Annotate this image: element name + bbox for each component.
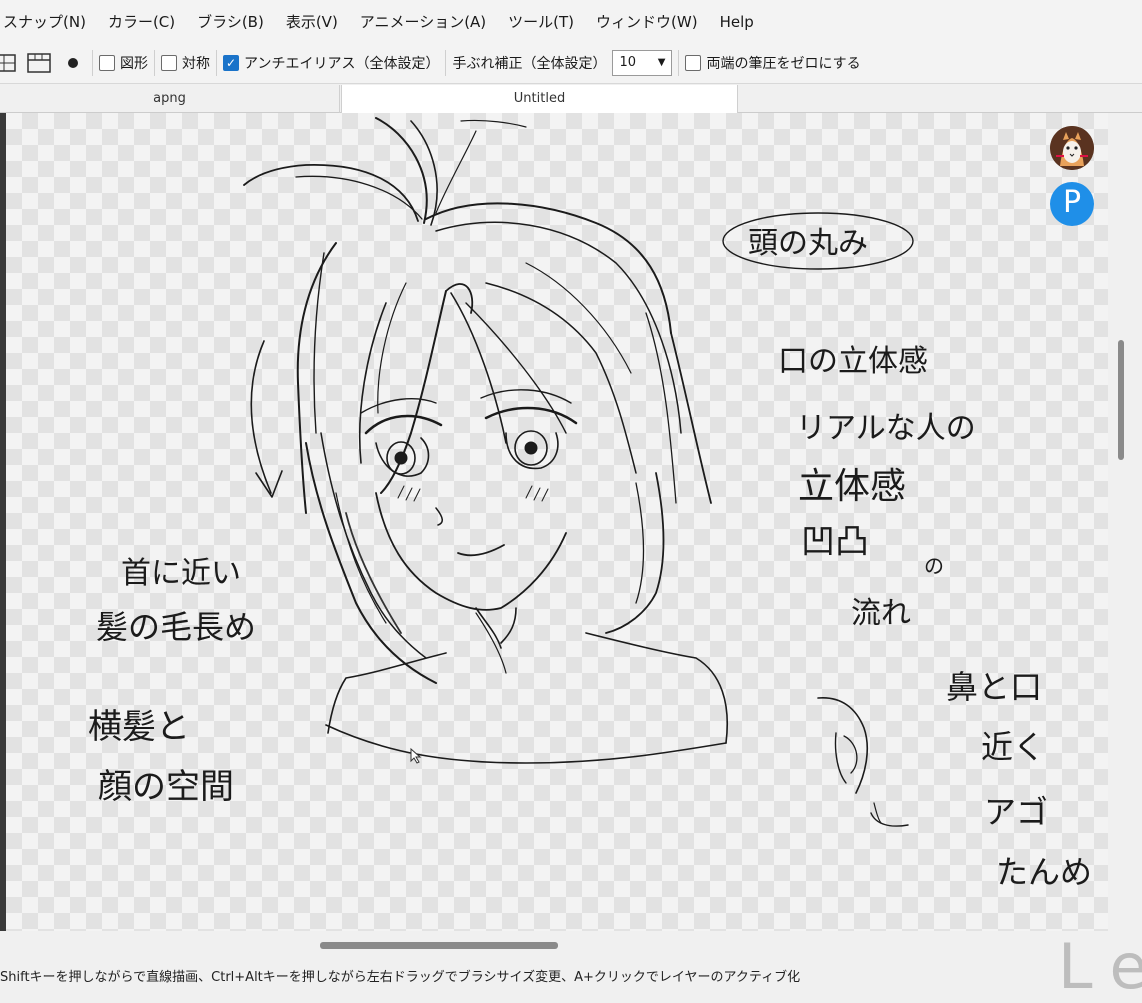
menu-tools[interactable]: ツール(T) [497,0,585,42]
toolbar-divider [154,49,155,76]
antialias-checkbox-box[interactable]: ✓ [223,54,239,71]
annotation-nose-2: 近く [981,728,1045,766]
drawing-canvas[interactable]: 頭の丸み 口の立体感 リアルな人の 立体感 凹凸 の 流れ 首に近い 髪の毛長め… [6,113,1108,931]
antialias-checkbox[interactable]: ✓ アンチエイリアス（全体設定） [223,53,439,73]
annotation-real-depth-4: の [924,554,944,578]
dot-brush-icon[interactable] [60,50,86,76]
symmetry-label: 対称 [182,55,210,72]
pressure-zero-checkbox-box[interactable] [685,54,702,71]
antialias-label: アンチエイリアス（全体設定） [244,55,440,72]
stabilizer-value: 10 [619,55,636,70]
watermark: Le [1058,930,1142,1003]
shape-checkbox[interactable]: 図形 [99,53,148,73]
annotation-side-hair-2: 顔の空間 [98,767,234,807]
annotation-nose-4: たんめ [996,853,1092,891]
sketch-drawing: 頭の丸み 口の立体感 リアルな人の 立体感 凹凸 の 流れ 首に近い 髪の毛長め… [88,117,1092,891]
tab-untitled[interactable]: Untitled [341,85,738,113]
layout-icon[interactable] [26,50,52,76]
menu-bar: スナップ(N) カラー(C) ブラシ(B) 表示(V) アニメーション(A) ツ… [0,0,1142,42]
shape-checkbox-box[interactable] [99,54,115,71]
annotation-real-depth-1: リアルな人の [796,411,976,446]
cursor-icon [410,747,422,764]
grid-icon[interactable] [0,50,20,76]
annotation-neck-hair-1: 首に近い [121,556,241,591]
menu-help[interactable]: Help [709,0,765,42]
p-avatar-icon: P [1050,182,1094,226]
horizontal-scroll-thumb[interactable] [320,942,558,949]
toolbar: 図形 対称 ✓ アンチエイリアス（全体設定） 手ぶれ補正（全体設定） 10 ▼ … [0,42,1142,84]
status-text: Shiftキーを押しながらで直線描画、Ctrl+Altキーを押しながら左右ドラッ… [0,970,801,985]
toolbar-divider [678,49,680,76]
shape-label: 図形 [120,55,148,72]
menu-brush[interactable]: ブラシ(B) [186,0,275,42]
annotation-head-roundness: 頭の丸み [748,226,868,261]
annotation-nose-3: アゴ [984,793,1048,831]
toolbar-divider [216,49,217,76]
stabilizer-label: 手ぶれ補正（全体設定） [452,55,607,72]
annotation-mouth-depth: 口の立体感 [778,344,928,379]
annotation-side-hair-1: 横髪と [88,707,190,747]
menu-view[interactable]: 表示(V) [275,0,349,42]
annotation-nose-1: 鼻と口 [946,668,1042,706]
symmetry-checkbox-box[interactable] [161,54,177,71]
cat-avatar-icon [1050,126,1094,170]
pressure-zero-label: 両端の筆圧をゼロにする [706,55,861,72]
annotation-real-depth-3: 凹凸 [801,522,869,562]
tab-apng[interactable]: apng [0,85,340,113]
symmetry-checkbox[interactable]: 対称 [161,53,210,73]
menu-snap[interactable]: スナップ(N) [0,0,97,42]
toolbar-divider [445,49,447,76]
document-tabs: apng Untitled [0,85,1142,113]
annotation-real-depth-5: 流れ [851,596,911,631]
menu-window[interactable]: ウィンドウ(W) [585,0,709,42]
vertical-scroll-thumb[interactable] [1118,340,1124,460]
toolbar-divider [92,49,93,76]
pressure-zero-checkbox[interactable]: 両端の筆圧をゼロにする [685,53,861,73]
vertical-scrollbar[interactable] [1108,113,1142,931]
annotation-neck-hair-2: 髪の毛長め [96,608,256,646]
stabilizer-select[interactable]: 10 ▼ [612,49,673,76]
menu-color[interactable]: カラー(C) [97,0,186,42]
annotation-real-depth-2: 立体感 [798,466,906,507]
chevron-down-icon: ▼ [657,57,666,68]
menu-animation[interactable]: アニメーション(A) [349,0,497,42]
